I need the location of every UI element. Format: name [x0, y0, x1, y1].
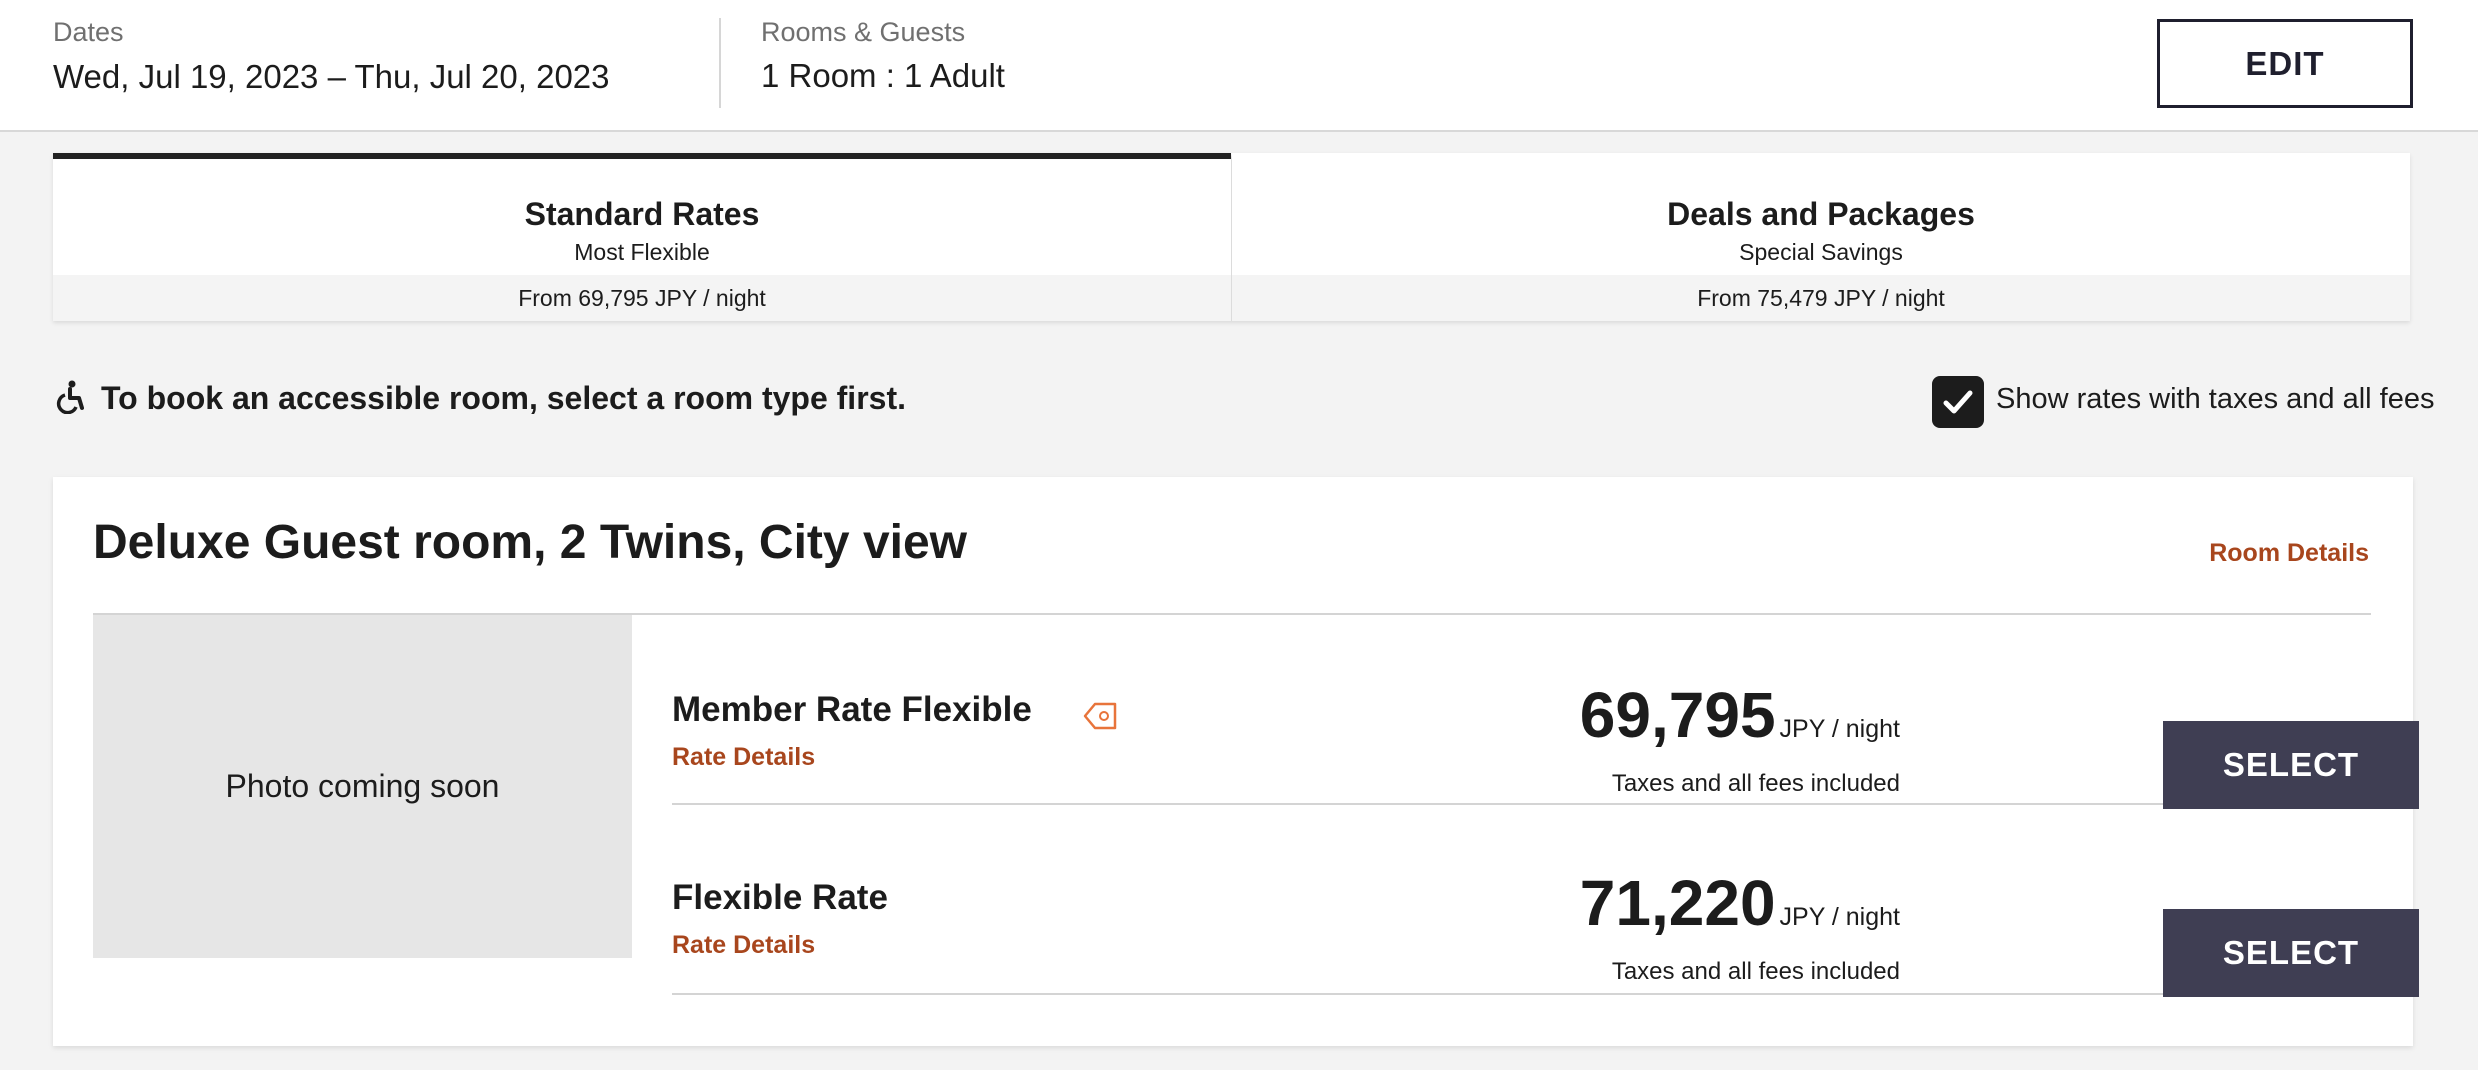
tab-subtitle: Most Flexible — [574, 239, 710, 265]
tab-deals-packages[interactable]: Deals and Packages Special Savings From … — [1231, 153, 2410, 321]
rate-price: 71,220 JPY / night — [1580, 866, 1900, 940]
room-card: Deluxe Guest room, 2 Twins, City view Ro… — [53, 477, 2419, 1046]
tab-title: Standard Rates — [524, 196, 760, 232]
rate-row-flexible: Flexible Rate Rate Details 71,220 JPY / … — [672, 805, 2419, 997]
select-button[interactable]: SELECT — [2163, 721, 2419, 809]
edit-button[interactable]: EDIT — [2157, 19, 2413, 108]
dates-value: Wed, Jul 19, 2023 – Thu, Jul 20, 2023 — [53, 58, 610, 95]
tab-from-price: From 69,795 JPY / night — [53, 275, 1231, 321]
taxes-fees-label[interactable]: Show rates with taxes and all fees — [1996, 383, 2434, 416]
room-details-link[interactable]: Room Details — [2209, 539, 2369, 568]
room-photo-placeholder: Photo coming soon — [93, 615, 632, 958]
tab-subtitle: Special Savings — [1739, 239, 1903, 265]
select-button[interactable]: SELECT — [2163, 909, 2419, 997]
taxes-fees-checkbox[interactable] — [1932, 376, 1984, 428]
price-unit: JPY / night — [1779, 715, 1900, 743]
rate-tabs: Standard Rates Most Flexible From 69,795… — [53, 153, 2410, 321]
rooms-guests-value: 1 Room : 1 Adult — [761, 57, 1005, 94]
tab-standard-rates[interactable]: Standard Rates Most Flexible From 69,795… — [53, 153, 1231, 321]
tab-title: Deals and Packages — [1667, 196, 1975, 232]
header-divider — [719, 18, 721, 108]
accessibility-notice: To book an accessible room, select a roo… — [101, 380, 906, 416]
rate-details-link[interactable]: Rate Details — [672, 931, 815, 960]
price-amount: 71,220 — [1579, 867, 1776, 939]
rooms-guests-label: Rooms & Guests — [761, 17, 966, 47]
rate-name: Member Rate Flexible — [672, 690, 1032, 729]
wheelchair-icon — [56, 380, 84, 414]
room-title: Deluxe Guest room, 2 Twins, City view — [93, 516, 968, 569]
checkmark-icon — [1943, 390, 1973, 414]
member-tag-icon — [1083, 702, 1117, 730]
rate-name: Flexible Rate — [672, 878, 888, 917]
price-unit: JPY / night — [1779, 903, 1900, 931]
tab-from-price: From 75,479 JPY / night — [1232, 275, 2410, 321]
price-note: Taxes and all fees included — [1611, 770, 1900, 797]
rate-price: 69,795 JPY / night — [1580, 678, 1900, 752]
price-note: Taxes and all fees included — [1611, 958, 1900, 985]
rate-row-member-flexible: Member Rate Flexible Rate Details 69,795… — [672, 615, 2419, 809]
rate-details-link[interactable]: Rate Details — [672, 743, 815, 772]
dates-label: Dates — [53, 17, 124, 47]
price-amount: 69,795 — [1579, 679, 1776, 751]
search-summary-bar: Dates Wed, Jul 19, 2023 – Thu, Jul 20, 2… — [0, 0, 2478, 132]
